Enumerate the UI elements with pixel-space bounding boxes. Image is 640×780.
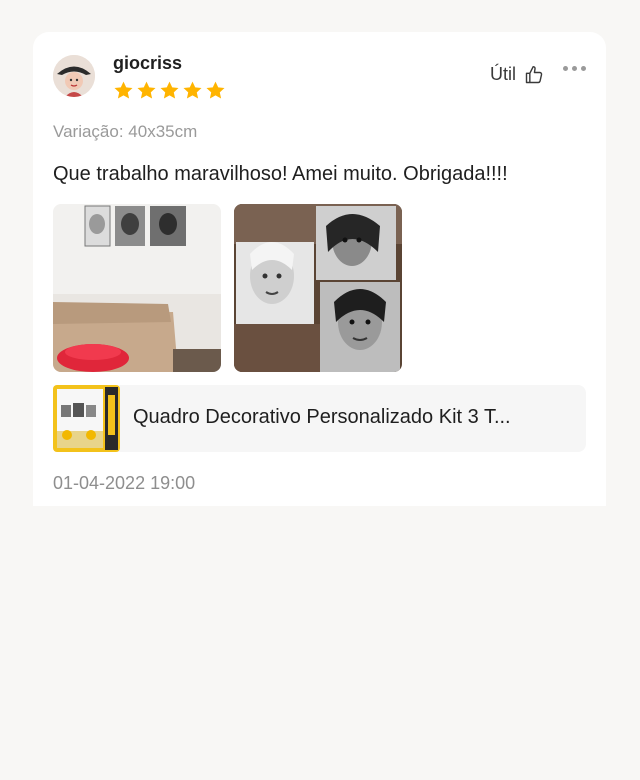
review-photo-1[interactable] — [53, 204, 221, 372]
rating-stars — [113, 80, 226, 101]
star-icon — [114, 81, 133, 99]
user-avatar[interactable] — [53, 55, 95, 97]
thumbs-up-icon — [525, 65, 543, 83]
review-card: giocriss Útil Variação: 40x35cm Que trab… — [33, 32, 606, 506]
review-photo-2[interactable] — [234, 204, 402, 372]
product-title: Quadro Decorativo Personalizado Kit 3 T.… — [133, 406, 511, 428]
username[interactable]: giocriss — [113, 53, 182, 74]
star-icon — [206, 81, 225, 99]
star-icon — [183, 81, 202, 99]
more-options-icon[interactable] — [563, 66, 586, 71]
useful-label: Útil — [490, 64, 516, 84]
product-thumbnail — [53, 385, 120, 452]
review-text: Que trabalho maravilhoso! Amei muito. Ob… — [53, 163, 508, 185]
star-icon — [137, 81, 156, 99]
variation-label: Variação: 40x35cm — [53, 122, 198, 141]
review-timestamp: 01-04-2022 19:00 — [53, 473, 196, 493]
useful-button[interactable]: Útil — [490, 64, 544, 85]
star-icon — [160, 81, 179, 99]
product-link[interactable]: Quadro Decorativo Personalizado Kit 3 T.… — [53, 385, 586, 452]
